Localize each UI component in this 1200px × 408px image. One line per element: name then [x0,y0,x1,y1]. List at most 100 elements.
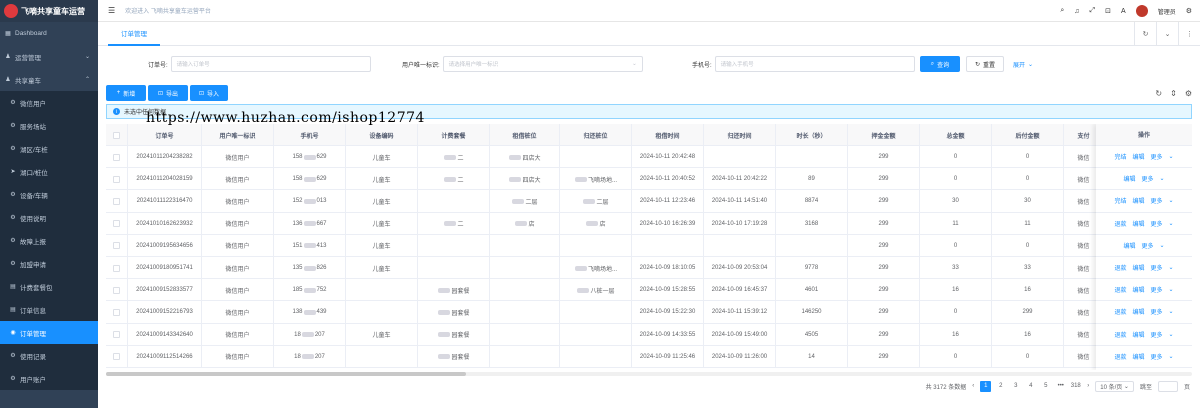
row-action-link[interactable]: 完结 [1114,152,1126,161]
sidebar-item[interactable]: ⚙ 使用记录 [0,344,98,367]
sidebar-item[interactable]: ♟ 共享童车 ⌃ [0,68,98,91]
sidebar-item[interactable]: ⚙ 使用说明 [0,206,98,229]
row-checkbox[interactable] [113,197,120,205]
row-action-link[interactable]: 退款 [1114,307,1126,316]
row-action-link[interactable]: 编辑 [1132,152,1144,161]
row-checkbox[interactable] [113,153,120,161]
more-dropdown[interactable]: 更多 [1150,307,1162,316]
sidebar-item-label: 故障上报 [20,238,46,246]
row-checkbox[interactable] [113,308,120,316]
select-all-checkbox[interactable] [113,131,120,139]
more-vertical-icon[interactable]: ⋮ [1178,22,1200,46]
sidebar-item[interactable]: ⚙ 设备/车辆 [0,183,98,206]
user-name[interactable]: 管理员 [1158,7,1176,16]
search-button[interactable]: ⌕ 查询 [920,56,960,72]
row-action-link[interactable]: 退款 [1114,263,1126,272]
translate-icon[interactable]: A [1121,8,1126,15]
row-checkbox[interactable] [113,331,120,339]
column-height-icon[interactable]: ⇕ [1170,89,1177,98]
cell-user: 微信用户 [202,234,274,257]
add-button[interactable]: + 新增 [106,85,146,101]
row-action-link[interactable]: 编辑 [1132,219,1144,228]
row-checkbox[interactable] [113,264,120,272]
import-button[interactable]: ⊡ 导入 [190,85,228,101]
row-action-link[interactable]: 编辑 [1132,307,1144,316]
lock-icon[interactable]: ⊡ [1105,7,1111,15]
tab-order-management[interactable]: 订单管理 [108,22,160,46]
sidebar-item[interactable]: ⚙ 加盟申请 [0,252,98,275]
page-number[interactable]: 2 [995,381,1006,392]
row-checkbox[interactable] [113,286,120,294]
sidebar-item[interactable]: ▦ Dashboard [0,22,98,45]
sidebar-item[interactable]: ⚙ 湖区/车桩 [0,137,98,160]
row-checkbox[interactable] [113,242,120,250]
more-dropdown[interactable]: 更多 [1150,219,1162,228]
sidebar-item[interactable]: ▤ 订单信息 [0,298,98,321]
prev-page-icon[interactable]: ‹ [972,383,974,389]
more-dropdown[interactable]: 更多 [1150,352,1162,361]
sidebar-item[interactable]: ⚙ 故障上报 [0,229,98,252]
sidebar-item[interactable]: ➤ 湖口/桩位 [0,160,98,183]
sidebar-item[interactable]: ⚙ 用户账户 [0,367,98,390]
reset-button[interactable]: ↻ 重置 [966,56,1004,72]
row-action-link[interactable]: 编辑 [1132,263,1144,272]
page-number[interactable]: 3 [1010,381,1021,392]
sidebar-item[interactable]: ⚙ 微信用户 [0,91,98,114]
row-action-link[interactable]: 退款 [1114,219,1126,228]
settings-icon[interactable]: ⚙ [1185,89,1192,98]
row-action-link[interactable]: 编辑 [1132,285,1144,294]
page-number[interactable]: 1 [980,380,992,392]
cell-user: 微信用户 [202,279,274,302]
avatar[interactable] [1135,5,1148,17]
refresh-tab-icon[interactable]: ↻ [1134,22,1156,46]
refresh-icon[interactable]: ↻ [1155,89,1162,98]
row-action-link[interactable]: 编辑 [1132,330,1144,339]
page-number[interactable]: 318 [1070,381,1081,392]
jump-input[interactable] [1157,380,1178,392]
uid-select[interactable]: 请选择用户唯一标识 ⌄ [442,56,643,72]
sidebar-item[interactable]: ♟ 运营管理 ⌄ [0,45,98,68]
row-checkbox[interactable] [113,175,120,183]
settings-icon[interactable]: ⚙ [1186,7,1192,15]
gear-icon: ⚙ [10,100,16,106]
row-action-link[interactable]: 完结 [1114,196,1126,205]
row-actions: 完结 编辑 更多 ⌄ [1096,146,1192,169]
more-dropdown[interactable]: 更多 [1150,285,1162,294]
search-icon[interactable]: ⌕ [1060,7,1064,15]
row-action-link[interactable]: 退款 [1114,352,1126,361]
page-number[interactable]: ••• [1055,381,1066,392]
page-size-select[interactable]: 10 条/页 ⌄ [1095,380,1134,392]
row-action-link[interactable]: 编辑 [1132,352,1144,361]
more-dropdown[interactable]: 更多 [1141,174,1153,183]
more-dropdown[interactable]: 更多 [1150,152,1162,161]
next-page-icon[interactable]: › [1087,383,1089,389]
hamburger-icon[interactable]: ☰ [108,6,115,15]
row-action-link[interactable]: 退款 [1114,285,1126,294]
row-action-link[interactable]: 退款 [1114,330,1126,339]
expand-button[interactable]: 展开 ⌄ [1008,56,1038,72]
more-dropdown[interactable]: 更多 [1150,330,1162,339]
fullscreen-icon[interactable]: ⤢ [1090,7,1096,15]
bell-icon[interactable]: ♫ [1074,8,1079,15]
row-action-link[interactable]: 编辑 [1132,196,1144,205]
export-button[interactable]: ⊡ 导出 [148,85,188,101]
more-dropdown[interactable]: 更多 [1141,241,1153,250]
cell-phone: 151 413 [274,234,346,257]
more-dropdown[interactable]: 更多 [1150,196,1162,205]
row-checkbox[interactable] [113,220,120,228]
search-icon: ⌕ [930,60,935,67]
more-dropdown[interactable]: 更多 [1150,263,1162,272]
horizontal-scrollbar[interactable] [106,372,1192,376]
chevron-down-icon[interactable]: ⌄ [1156,22,1178,46]
scrollbar-thumb[interactable] [106,372,466,376]
phone-input[interactable]: 请输入手机号 [714,56,915,72]
order-no-input[interactable]: 请输入订单号 [170,56,371,72]
sidebar-item[interactable]: ▤ 计费套餐包 [0,275,98,298]
page-number[interactable]: 5 [1040,381,1051,392]
sidebar-item[interactable]: ⚙ 服务场站 [0,114,98,137]
sidebar-item[interactable]: ◉ 订单管理 [0,321,98,344]
row-checkbox[interactable] [113,353,120,361]
row-action-link[interactable]: 编辑 [1123,241,1135,250]
row-action-link[interactable]: 编辑 [1123,174,1135,183]
page-number[interactable]: 4 [1025,381,1036,392]
